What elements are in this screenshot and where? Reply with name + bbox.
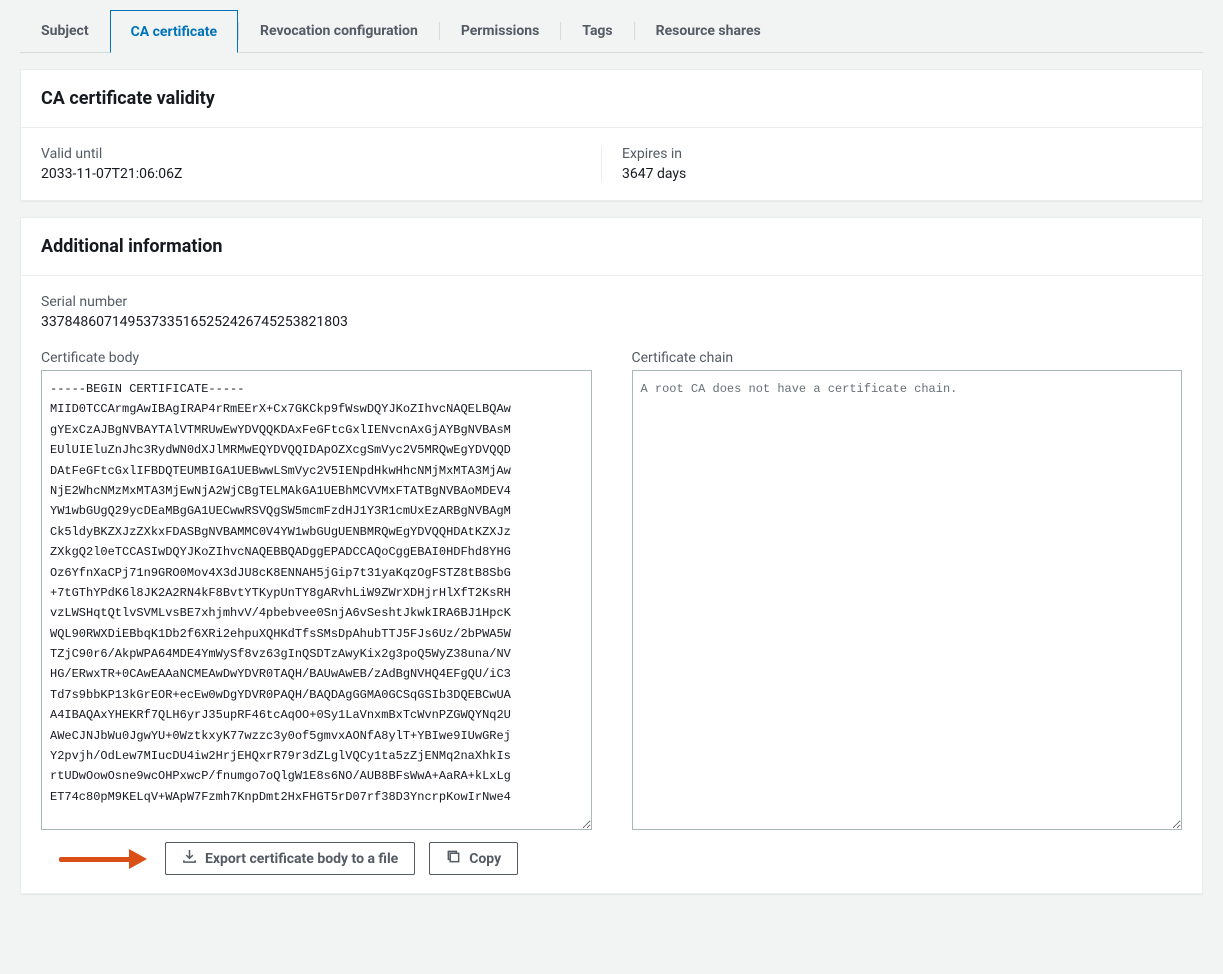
tab-permissions[interactable]: Permissions xyxy=(440,10,560,52)
export-button[interactable]: Export certificate body to a file xyxy=(165,842,415,875)
tab-subject[interactable]: Subject xyxy=(20,10,110,52)
serial-value: 337848607149537335165252426745253821803 xyxy=(41,314,1182,330)
callout-arrow-icon xyxy=(41,849,151,869)
tab-revocation[interactable]: Revocation configuration xyxy=(239,10,439,52)
tab-tags[interactable]: Tags xyxy=(561,10,633,52)
serial-label: Serial number xyxy=(41,294,1182,310)
validity-title: CA certificate validity xyxy=(41,88,1182,109)
validity-panel: CA certificate validity Valid until 2033… xyxy=(20,69,1203,201)
cert-chain-textarea[interactable] xyxy=(632,370,1183,830)
download-icon xyxy=(182,849,197,868)
valid-until-label: Valid until xyxy=(41,146,581,162)
cert-body-textarea[interactable] xyxy=(41,370,592,830)
additional-title: Additional information xyxy=(41,236,1182,257)
additional-panel: Additional information Serial number 337… xyxy=(20,217,1203,894)
tab-resource-shares[interactable]: Resource shares xyxy=(635,10,782,52)
tabs-container: Subject CA certificate Revocation config… xyxy=(20,10,1203,53)
export-button-label: Export certificate body to a file xyxy=(205,851,398,867)
copy-icon xyxy=(446,849,461,868)
copy-button-label: Copy xyxy=(469,851,501,867)
cert-chain-label: Certificate chain xyxy=(632,350,1183,366)
cert-body-label: Certificate body xyxy=(41,350,592,366)
valid-until-value: 2033-11-07T21:06:06Z xyxy=(41,166,581,182)
expires-in-value: 3647 days xyxy=(622,166,1162,182)
copy-button[interactable]: Copy xyxy=(429,842,518,875)
tab-ca-certificate[interactable]: CA certificate xyxy=(110,10,238,53)
expires-in-label: Expires in xyxy=(622,146,1162,162)
